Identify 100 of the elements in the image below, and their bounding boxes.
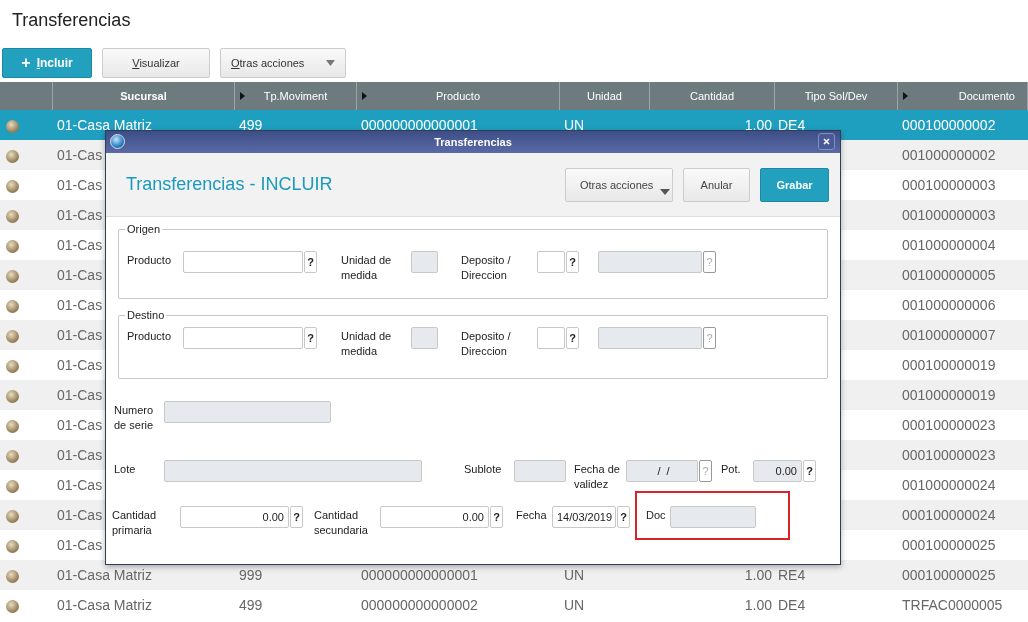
table-cell: DE4 <box>778 117 806 133</box>
table-cell: 999 <box>239 567 263 583</box>
lookup-button[interactable]: ? <box>566 327 579 349</box>
table-cell: 001000000002 <box>902 147 996 163</box>
table-cell: 01-Cas <box>57 237 103 253</box>
table-cell: 01-Cas <box>57 387 103 403</box>
table-cell: 000100000023 <box>902 417 996 433</box>
status-dot-icon <box>6 389 19 403</box>
input-field[interactable] <box>537 327 565 349</box>
input-field[interactable]: 0.00 <box>380 506 489 528</box>
table-cell: UN <box>564 117 585 133</box>
status-dot-icon <box>6 479 19 493</box>
table-cell: 000100000019 <box>902 357 996 373</box>
field-label: Lote <box>114 462 137 477</box>
lookup-button[interactable]: ? <box>490 506 503 528</box>
table-cell: 01-Cas <box>57 297 103 313</box>
status-dot-icon <box>6 149 19 163</box>
status-dot-icon <box>6 299 19 313</box>
table-cell: UN <box>564 597 585 613</box>
dialog-button[interactable]: Anular <box>683 167 750 202</box>
sort-marker-icon <box>903 92 908 100</box>
table-cell: 000000000000001 <box>361 117 478 133</box>
field-label: Doc <box>646 508 667 523</box>
table-cell: 01-Cas <box>57 177 103 193</box>
input-field[interactable] <box>183 251 303 273</box>
table-cell: 001000000003 <box>902 207 996 223</box>
status-dot-icon <box>6 449 19 463</box>
table-cell: 000100000024 <box>902 507 996 523</box>
lookup-button[interactable]: ? <box>290 506 303 528</box>
lookup-button[interactable]: ? <box>304 327 317 349</box>
field-label: Pot. <box>721 462 742 477</box>
table-cell: 01-Cas <box>57 207 103 223</box>
page-title: Transferencias <box>11 9 132 32</box>
toolbar-button[interactable]: Visualizar <box>102 48 210 78</box>
status-dot-icon <box>6 359 19 373</box>
table-cell: 01-Cas <box>57 327 103 343</box>
field-label: Deposito / Direccion <box>461 253 512 283</box>
table-cell: 001000000019 <box>902 387 996 403</box>
field-label: Producto <box>127 253 173 268</box>
input-field[interactable]: 14/03/2019 <box>552 506 616 528</box>
table-cell: 000000000000001 <box>361 567 478 583</box>
field-label: Unidad de medida <box>341 253 393 283</box>
field-label: Deposito / Direccion <box>461 329 512 359</box>
table-cell: DE4 <box>778 597 806 613</box>
table-cell: 001000000024 <box>902 477 996 493</box>
table-cell: 499 <box>239 117 263 133</box>
field-label: Cantidad secundaria <box>314 508 369 538</box>
table-cell: 01-Cas <box>57 507 103 523</box>
sort-marker-icon <box>362 92 367 100</box>
table-cell: RE4 <box>778 567 806 583</box>
status-dot-icon <box>6 419 19 433</box>
lookup-button[interactable]: ? <box>304 251 317 273</box>
input-field[interactable]: 0.00 <box>180 506 289 528</box>
table-cell: 01-Cas <box>57 417 103 433</box>
table-cell: 000100000025 <box>902 567 996 583</box>
lookup-button[interactable]: ? <box>617 506 630 528</box>
field-label: Cantidad primaria <box>112 508 158 538</box>
status-dot-icon <box>6 119 19 133</box>
field-label: Fecha de validez <box>574 462 621 492</box>
field-label: Unidad de medida <box>341 329 393 359</box>
field-label: Sublote <box>464 462 503 477</box>
table-cell: 1.00 <box>744 117 772 133</box>
field-label: Numero de serie <box>114 403 155 433</box>
field-label: Fecha <box>516 508 548 523</box>
table-cell: 1.00 <box>744 567 772 583</box>
table-cell: UN <box>564 567 585 583</box>
toolbar-button[interactable]: Otras acciones <box>220 48 346 78</box>
table-cell: 000100000002 <box>902 117 996 133</box>
status-dot-icon <box>6 239 19 253</box>
table-cell: 000100000023 <box>902 447 996 463</box>
status-dot-icon <box>6 269 19 283</box>
table-cell: 000100000003 <box>902 177 996 193</box>
status-dot-icon <box>6 329 19 343</box>
table-cell: 000000000000002 <box>361 597 478 613</box>
status-dot-icon <box>6 569 19 583</box>
close-button[interactable] <box>818 133 835 150</box>
dialog-heading: Transferencias - INCLUIR <box>126 174 333 195</box>
field-label: Producto <box>127 329 173 344</box>
table-cell: 01-Cas <box>57 147 103 163</box>
close-icon <box>823 138 830 145</box>
table-cell: 01-Cas <box>57 477 103 493</box>
table-cell: 001000000005 <box>902 267 996 283</box>
dialog-button[interactable]: Otras acciones <box>565 167 673 202</box>
table-cell: 01-Cas <box>57 537 103 553</box>
app-icon <box>110 134 125 149</box>
input-field[interactable] <box>183 327 303 349</box>
lookup-button[interactable]: ? <box>566 251 579 273</box>
sort-marker-icon <box>240 92 245 100</box>
table-cell: 001000000006 <box>902 297 996 313</box>
table-cell: TRFAC0000005 <box>902 597 1003 613</box>
table-cell: 01-Casa Matriz <box>57 597 152 613</box>
lookup-button[interactable]: ? <box>803 460 816 482</box>
input-field[interactable] <box>537 251 565 273</box>
caret-icon <box>660 188 670 195</box>
table-cell: 01-Casa Matriz <box>57 117 152 133</box>
caret-icon <box>326 60 335 66</box>
table-cell: 1.00 <box>744 597 772 613</box>
table-cell: 001000000004 <box>902 237 996 253</box>
table-cell: 01-Casa Matriz <box>57 567 152 583</box>
group-legend: Destino <box>125 309 167 321</box>
